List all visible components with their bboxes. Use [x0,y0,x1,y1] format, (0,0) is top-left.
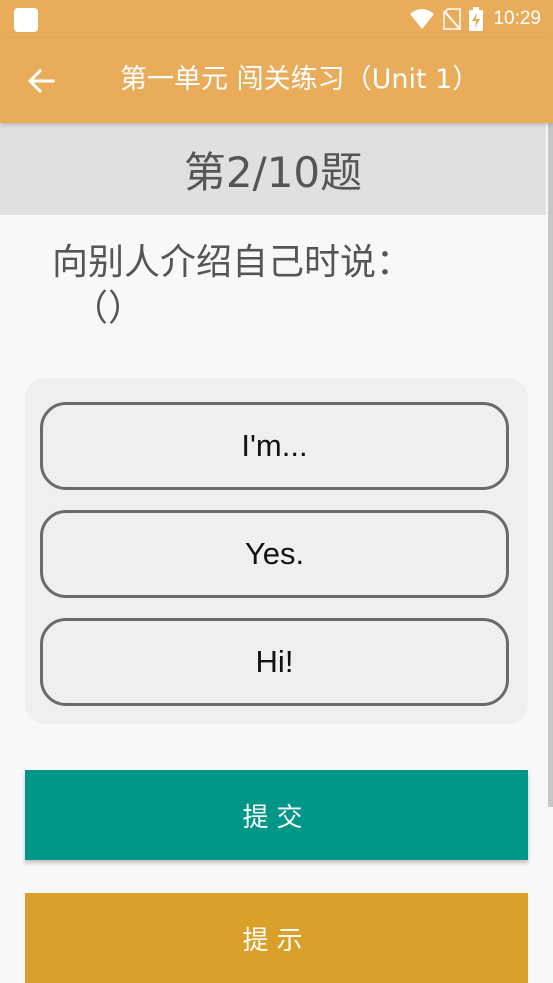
back-button[interactable] [24,64,58,98]
question-text: 向别人介绍自己时说： （） [52,240,492,332]
hint-button[interactable]: 提示 [25,893,528,983]
question-prompt: 向别人介绍自己时说： [52,242,413,283]
battery-charging-icon [469,7,484,31]
wifi-icon [410,9,435,29]
option-button[interactable]: Hi! [40,618,509,706]
page-title: 第一单元 闯关练习（Unit 1） [120,64,480,95]
options-card: I'm... Yes. Hi! [25,378,528,724]
question-blank: （） [72,288,145,329]
no-sim-icon [443,8,462,30]
question-progress: 第2/10题 [0,123,546,215]
status-bar: 10:29 [0,0,553,38]
option-button[interactable]: I'm... [40,402,509,490]
submit-button[interactable]: 提交 [25,770,528,860]
scrollbar[interactable] [548,123,553,807]
status-time: 10:29 [493,8,541,29]
arrow-left-icon [27,68,55,94]
app-bar: 第一单元 闯关练习（Unit 1） [0,38,553,123]
notification-square-icon [14,8,38,32]
option-button[interactable]: Yes. [40,510,509,598]
